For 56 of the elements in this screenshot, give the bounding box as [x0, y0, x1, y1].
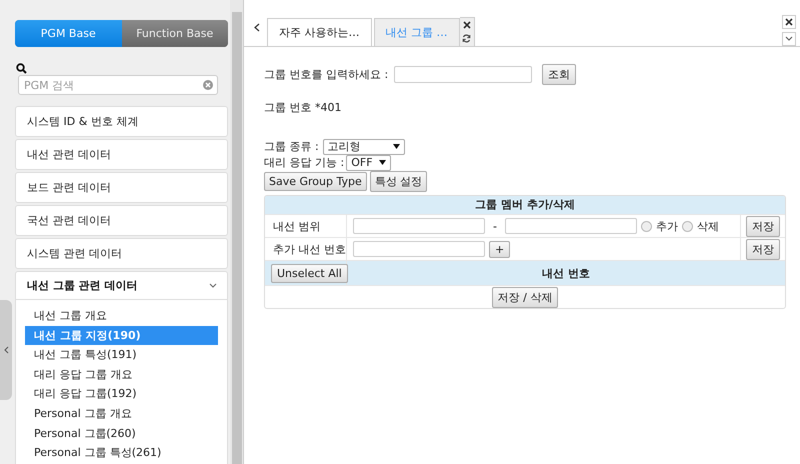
menu-item[interactable]: 국선 관련 데이터	[15, 205, 228, 236]
scroll-thumb[interactable]	[232, 12, 242, 464]
search-icon	[16, 63, 27, 74]
radio-label: 추가	[656, 218, 678, 234]
chevron-left-icon[interactable]	[254, 23, 260, 32]
row-label: 내선 범위	[265, 215, 347, 237]
radio-button[interactable]	[640, 220, 652, 232]
submenu-item[interactable]: 내선 그룹 특성(191)	[25, 345, 218, 365]
save-delete-button[interactable]: 저장 / 삭제	[492, 286, 558, 308]
action-button[interactable]: Save Group Type	[264, 172, 367, 191]
field-label: 그룹 종류 :	[264, 139, 319, 154]
menu-item[interactable]: 시스템 ID & 번호 체계	[15, 106, 228, 137]
refresh-icon[interactable]	[462, 34, 471, 44]
menu-item[interactable]: 시스템 관련 데이터	[15, 238, 228, 269]
pickup-dropdown[interactable]: OFF	[346, 154, 391, 170]
dropdown-arrow-icon	[378, 160, 386, 165]
dropdown-arrow-icon	[392, 144, 400, 149]
table-title: 그룹 멤버 추가/삭제	[265, 196, 785, 214]
group-type-dropdown[interactable]: 고리형	[322, 138, 405, 154]
range-end-field[interactable]	[504, 218, 637, 234]
chevron-left-icon	[4, 346, 8, 354]
menu-item[interactable]: 내선 관련 데이터	[15, 139, 228, 170]
submenu-item[interactable]: 대리 응답 그룹 개요	[25, 364, 218, 384]
range-separator: -	[493, 220, 497, 232]
tab[interactable]: 자주 사용하는…	[267, 18, 372, 46]
submenu-item[interactable]: 대리 응답 그룹(192)	[25, 384, 218, 404]
clear-icon[interactable]	[203, 80, 213, 90]
save-button[interactable]: 저장	[746, 238, 780, 260]
lookup-button[interactable]: 조회	[542, 64, 576, 85]
close-icon[interactable]	[462, 20, 470, 29]
chevron-down-icon[interactable]	[782, 32, 796, 46]
submenu-item[interactable]: Personal 그룹(260)	[25, 424, 218, 444]
unselect-all-button[interactable]: Unselect All	[271, 264, 348, 282]
field-label: 대리 응답 기능 :	[264, 155, 344, 170]
scrollbar[interactable]	[230, 0, 244, 464]
chevron-down-icon	[209, 283, 217, 288]
radio-button[interactable]	[682, 220, 693, 232]
submenu-item[interactable]: Personal 그룹 개요	[25, 404, 218, 424]
group-number-text: 그룹 번호 *401	[264, 100, 342, 115]
action-button[interactable]: 특성 설정	[370, 171, 428, 192]
range-start-field[interactable]	[353, 218, 485, 234]
field-label: 그룹 번호를 입력하세요 :	[264, 67, 388, 82]
group-number-field[interactable]	[394, 66, 532, 83]
radio-label: 삭제	[696, 218, 719, 234]
add-button[interactable]: +	[489, 240, 510, 258]
menu-label: 내선 그룹 관련 데이터	[27, 278, 138, 293]
extension-field[interactable]	[353, 241, 485, 257]
mode-tab[interactable]: Function Base	[122, 20, 228, 47]
menu-header[interactable]: 내선 그룹 관련 데이터	[16, 272, 227, 300]
column-header: 내선 번호	[541, 266, 591, 282]
save-button[interactable]: 저장	[746, 216, 780, 236]
menu-item[interactable]: 보드 관련 데이터	[15, 172, 228, 203]
search-field[interactable]: PGM 검색	[18, 75, 218, 95]
submenu-item[interactable]: Personal 그룹 특성(261)	[25, 443, 218, 463]
submenu-item[interactable]: 내선 그룹 개요	[25, 306, 218, 326]
collapse-handle[interactable]	[0, 300, 12, 400]
